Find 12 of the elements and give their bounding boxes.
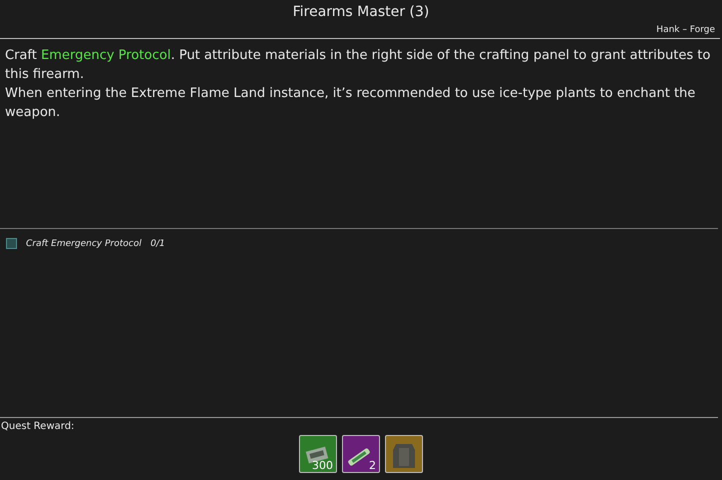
reward-item-slot[interactable]: 300 [299, 435, 337, 473]
reward-label: Quest Reward: [0, 420, 76, 434]
item-count: 300 [312, 459, 333, 472]
description-text: When entering the Extreme Flame Land instance, it’s recommended to use ice-type plants to enchant the weapon. [5, 85, 696, 122]
reward-item-slot[interactable] [385, 435, 423, 473]
objective-label: Craft Emergency Protocol [26, 238, 142, 248]
window-title: Firearms Master (3) [292, 3, 430, 22]
quest-giver: Hank – Forge [656, 24, 715, 36]
description-text: Craft Emergency Protocol. Put attribute materials in the right side of the crafting panel to grant attributes to this firearm. [5, 47, 712, 84]
armor-vest-icon [391, 442, 417, 470]
reward-item-slot[interactable]: 2 [342, 435, 380, 473]
item-count: 2 [369, 459, 376, 472]
